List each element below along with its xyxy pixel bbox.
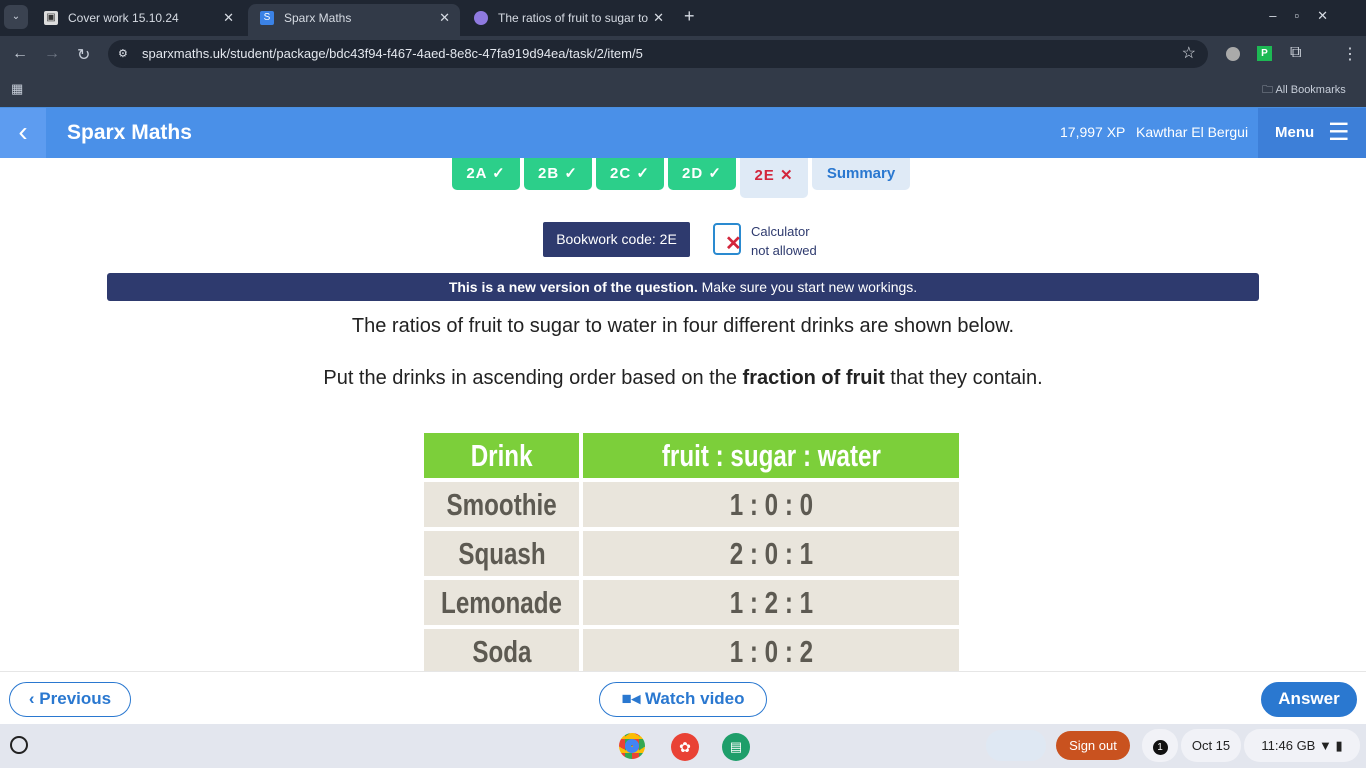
address-bar-row: ← → ↻ ⚙ sparxmaths.uk/student/package/bdc… [0, 36, 1366, 72]
bookmarks-label: All Bookmarks [1275, 84, 1346, 96]
puzzle-icon[interactable]: ⧉ [1290, 44, 1301, 62]
back-icon[interactable]: ← [12, 45, 28, 63]
notification-badge[interactable]: 1 [1142, 729, 1178, 762]
star-icon[interactable]: ☆ [1182, 40, 1196, 68]
bookwork-code: Bookwork code: 2E [543, 222, 690, 257]
task-tab-2e[interactable]: 2E ✕ [740, 158, 808, 198]
header-ratio: fruit : sugar : water [583, 433, 960, 478]
reload-icon[interactable]: ↻ [77, 45, 90, 65]
window-controls[interactable]: –▫✕ [1269, 8, 1346, 24]
drink-cell: Smoothie [424, 482, 580, 527]
new-tab-button[interactable]: + [684, 6, 695, 27]
wifi-icon: ▼ [1318, 738, 1332, 753]
system-tray[interactable]: 11:46 GB ▼ ▮ [1244, 729, 1360, 762]
drink-cell: Squash [424, 531, 580, 576]
sparx-icon: S [260, 11, 274, 25]
folder-icon: 🗀 [1262, 84, 1276, 96]
calculator-not-allowed-icon: ✕ [713, 223, 742, 255]
menu-button[interactable]: Menu ☰ [1258, 108, 1366, 158]
ratio-cell: 1 : 0 : 2 [583, 629, 960, 674]
app-header: ‹ Sparx Maths 17,997 XP Kawthar El Bergu… [0, 108, 1366, 158]
extension-p-icon[interactable]: P [1257, 46, 1272, 61]
drink-cell: Soda [424, 629, 580, 674]
video-icon: ■◂ [621, 689, 641, 708]
apps-icon[interactable]: ▦ [11, 81, 23, 97]
locale-display: GB [1296, 738, 1316, 753]
holding-space-thumbnails[interactable] [986, 730, 1046, 761]
sign-out-button[interactable]: Sign out [1056, 731, 1130, 760]
os-shelf: ✿ ▤ Sign out 1 Oct 15 11:46 GB ▼ ▮ [0, 724, 1366, 768]
table-row: Squash 2 : 0 : 1 [424, 531, 960, 576]
hamburger-icon: ☰ [1328, 119, 1350, 146]
url-input[interactable]: ⚙ sparxmaths.uk/student/package/bdc43f94-… [108, 40, 1208, 68]
date-display[interactable]: Oct 15 [1181, 729, 1241, 762]
extension-icon[interactable] [1226, 47, 1240, 61]
menu-label: Menu [1275, 124, 1315, 141]
chrome-icon[interactable] [619, 733, 645, 759]
table-row: Lemonade 1 : 2 : 1 [424, 580, 960, 625]
header-drink: Drink [424, 433, 580, 478]
tab-title: Sparx Maths [284, 11, 352, 25]
question-instruction: Put the drinks in ascending order based … [323, 367, 1043, 389]
kebab-menu-icon[interactable]: ⋮ [1342, 44, 1358, 64]
app-title: Sparx Maths [67, 121, 192, 144]
task-tabs: 2A ✓ 2B ✓ 2C ✓ 2D ✓ 2E ✕ Summary [452, 158, 910, 198]
drink-cell: Lemonade [424, 580, 580, 625]
user-name[interactable]: Kawthar El Bergui [1136, 124, 1248, 140]
answer-button[interactable]: Answer [1261, 682, 1357, 717]
previous-button[interactable]: ‹ Previous [9, 682, 131, 717]
site-info-icon[interactable]: ⚙ [118, 40, 128, 68]
tab-search-chevron-icon[interactable]: ⌄ [4, 5, 28, 29]
close-icon[interactable]: ✕ [649, 4, 664, 32]
ratio-cell: 2 : 0 : 1 [583, 531, 960, 576]
ratio-cell: 1 : 0 : 0 [583, 482, 960, 527]
browser-tab-bar: ⌄ ▣ Cover work 15.10.24 ✕ S Sparx Maths ✕ Th… [0, 0, 1366, 36]
close-icon[interactable]: ✕ [439, 4, 450, 32]
tab-title: Cover work 15.10.24 [68, 11, 179, 25]
browser-tab[interactable]: ▣ Cover work 15.10.24 ✕ [32, 4, 244, 36]
table-row: Soda 1 : 0 : 2 [424, 629, 960, 674]
battery-icon: ▮ [1335, 738, 1343, 753]
time-display: 11:46 [1261, 738, 1293, 753]
task-tab-2c[interactable]: 2C ✓ [596, 158, 664, 190]
watch-video-button[interactable]: ■◂ Watch video [599, 682, 767, 717]
forward-icon[interactable]: → [44, 45, 60, 63]
bookmarks-folder[interactable]: 🗀 All Bookmarks [1262, 81, 1346, 100]
launcher-icon[interactable] [10, 736, 28, 754]
calculator-status: Calculator not allowed [751, 224, 817, 258]
paint-app-icon[interactable]: ✿ [671, 733, 699, 761]
browser-tab-active[interactable]: S Sparx Maths ✕ [248, 4, 460, 36]
table-row: Smoothie 1 : 0 : 0 [424, 482, 960, 527]
question-text: The ratios of fruit to sugar to water in… [351, 315, 1015, 337]
task-tab-2a[interactable]: 2A ✓ [452, 158, 520, 190]
new-version-banner: This is a new version of the question. M… [107, 273, 1259, 301]
back-chevron-button[interactable]: ‹ [0, 108, 46, 158]
gem-icon [474, 11, 488, 25]
classroom-icon: ▣ [44, 11, 58, 25]
task-tab-summary[interactable]: Summary [812, 158, 910, 190]
xp-count: 17,997 XP [1060, 124, 1126, 140]
bookmarks-bar: ▦ 🗀 All Bookmarks [0, 72, 1366, 108]
table-header-row: Drink fruit : sugar : water [424, 433, 960, 478]
browser-tab[interactable]: The ratios of fruit to sugar to w ✕ [462, 4, 674, 36]
tab-title: The ratios of fruit to sugar to w [498, 11, 661, 25]
url-text: sparxmaths.uk/student/package/bdc43f94-f… [142, 46, 643, 61]
ratio-table: Drink fruit : sugar : water Smoothie 1 : 0… [420, 429, 963, 678]
ratio-cell: 1 : 2 : 1 [583, 580, 960, 625]
close-icon[interactable]: ✕ [223, 4, 234, 32]
task-tab-2b[interactable]: 2B ✓ [524, 158, 592, 190]
classroom-app-icon[interactable]: ▤ [722, 733, 750, 761]
task-tab-2d[interactable]: 2D ✓ [668, 158, 736, 190]
